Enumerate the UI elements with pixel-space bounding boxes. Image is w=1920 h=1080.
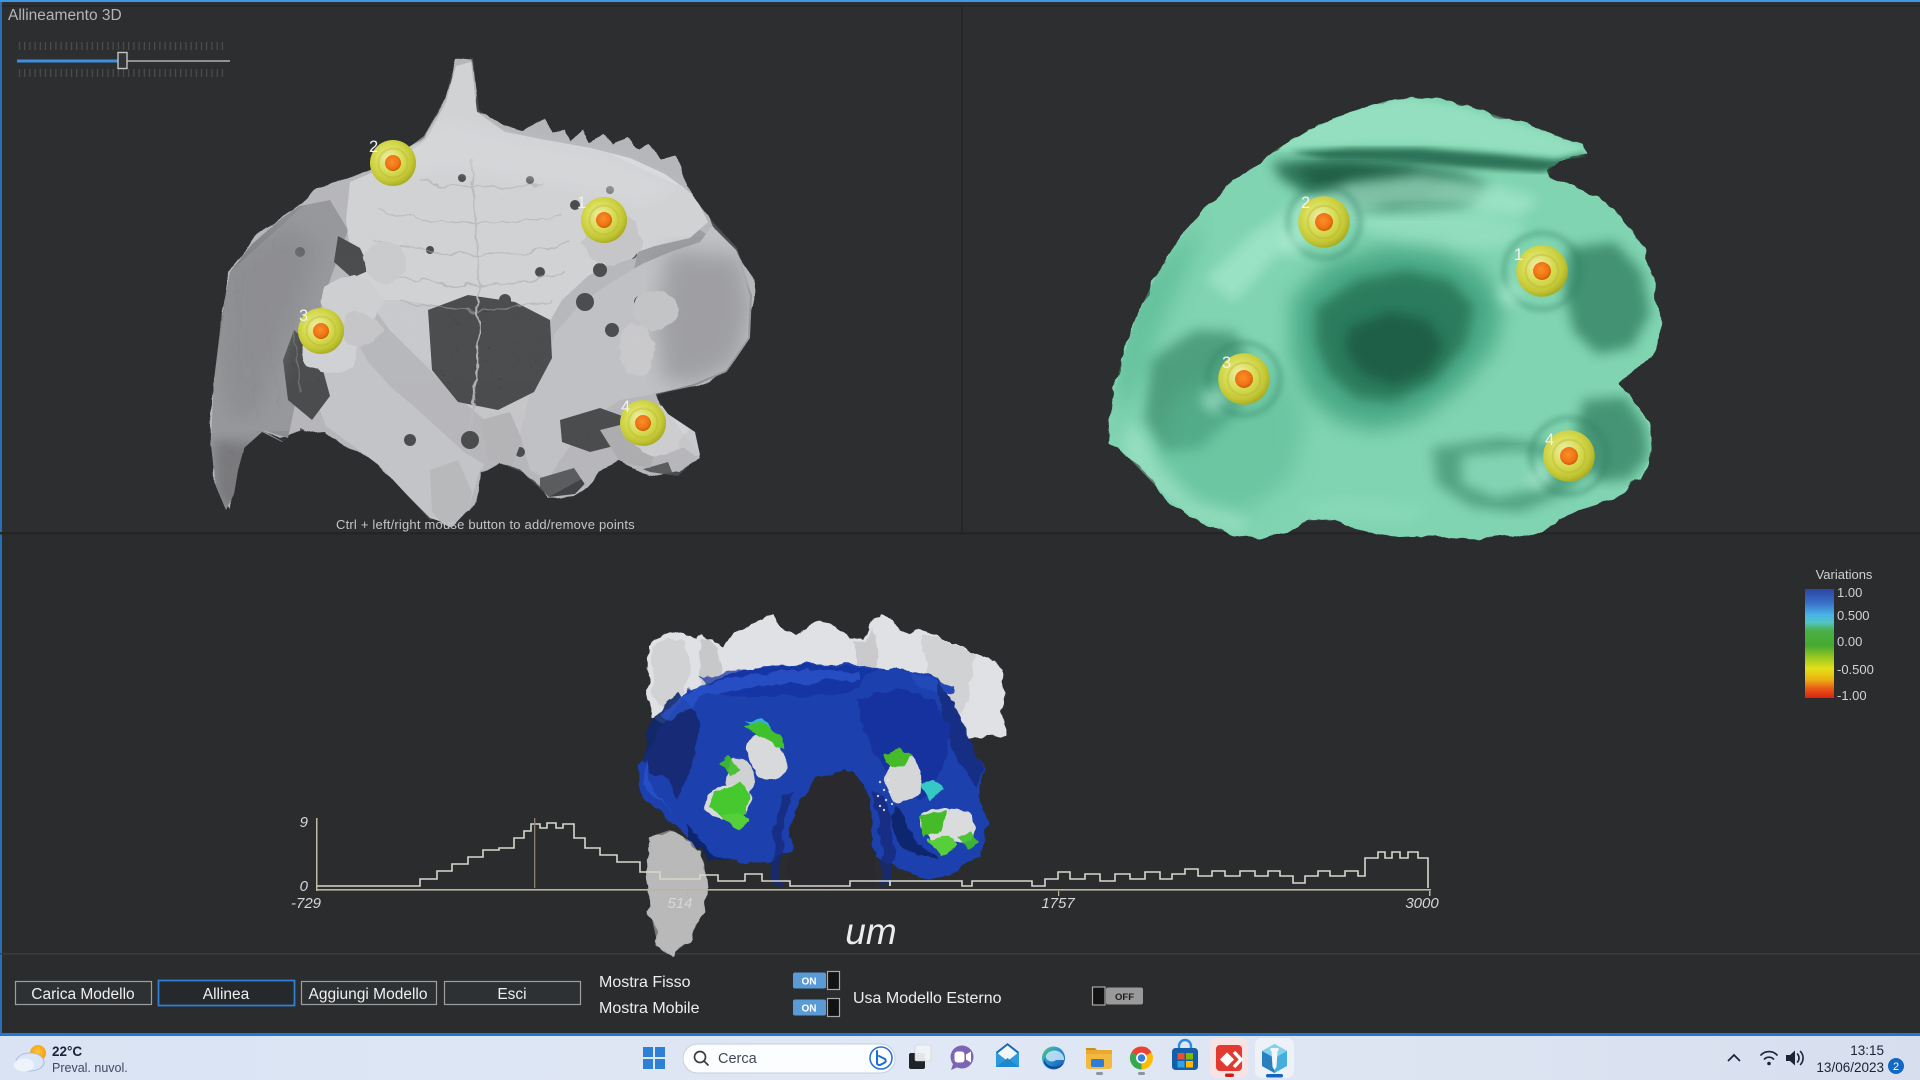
svg-text:13/06/2023: 13/06/2023 (1816, 1060, 1884, 1075)
svg-text:ON: ON (802, 1004, 817, 1015)
svg-text:1757: 1757 (1041, 895, 1075, 912)
svg-text:13:15: 13:15 (1850, 1043, 1884, 1058)
svg-text:3: 3 (299, 307, 308, 325)
svg-text:4: 4 (1545, 431, 1554, 449)
svg-text:4: 4 (621, 398, 630, 416)
svg-text:1: 1 (577, 194, 586, 212)
svg-text:1.00: 1.00 (1837, 585, 1862, 600)
svg-text:22°C: 22°C (52, 1044, 82, 1059)
svg-text:Cerca: Cerca (718, 1051, 758, 1067)
svg-text:Carica Modello: Carica Modello (31, 986, 134, 1003)
svg-text:Variations: Variations (1816, 567, 1873, 582)
svg-text:3: 3 (1222, 354, 1231, 372)
svg-text:Preval. nuvol.: Preval. nuvol. (52, 1061, 128, 1075)
svg-text:Esci: Esci (497, 986, 526, 1003)
svg-text:Allinea: Allinea (203, 986, 250, 1003)
svg-text:0.00: 0.00 (1837, 634, 1862, 649)
svg-text:Allineamento 3D: Allineamento 3D (8, 7, 122, 24)
svg-text:Usa Modello Esterno: Usa Modello Esterno (853, 990, 1002, 1007)
svg-text:2: 2 (1893, 1061, 1899, 1073)
svg-text:514: 514 (667, 895, 692, 912)
svg-text:2: 2 (1301, 194, 1310, 212)
svg-text:1: 1 (1514, 246, 1523, 264)
svg-text:0: 0 (300, 878, 309, 895)
svg-text:2: 2 (369, 138, 378, 156)
svg-text:OFF: OFF (1115, 992, 1134, 1003)
svg-text:Mostra Fisso: Mostra Fisso (599, 974, 691, 991)
svg-text:um: um (845, 911, 896, 952)
svg-text:-1.00: -1.00 (1837, 688, 1867, 703)
svg-text:Mostra Mobile: Mostra Mobile (599, 1000, 700, 1017)
svg-text:-729: -729 (291, 895, 322, 912)
svg-text:-0.500: -0.500 (1837, 662, 1874, 677)
svg-text:ON: ON (802, 977, 817, 988)
svg-text:0.500: 0.500 (1837, 608, 1870, 623)
svg-text:Ctrl + left/right mouse button: Ctrl + left/right mouse button to add/re… (336, 517, 635, 532)
svg-text:3000: 3000 (1405, 895, 1439, 912)
svg-text:9: 9 (300, 814, 309, 831)
svg-text:Aggiungi Modello: Aggiungi Modello (309, 986, 428, 1003)
